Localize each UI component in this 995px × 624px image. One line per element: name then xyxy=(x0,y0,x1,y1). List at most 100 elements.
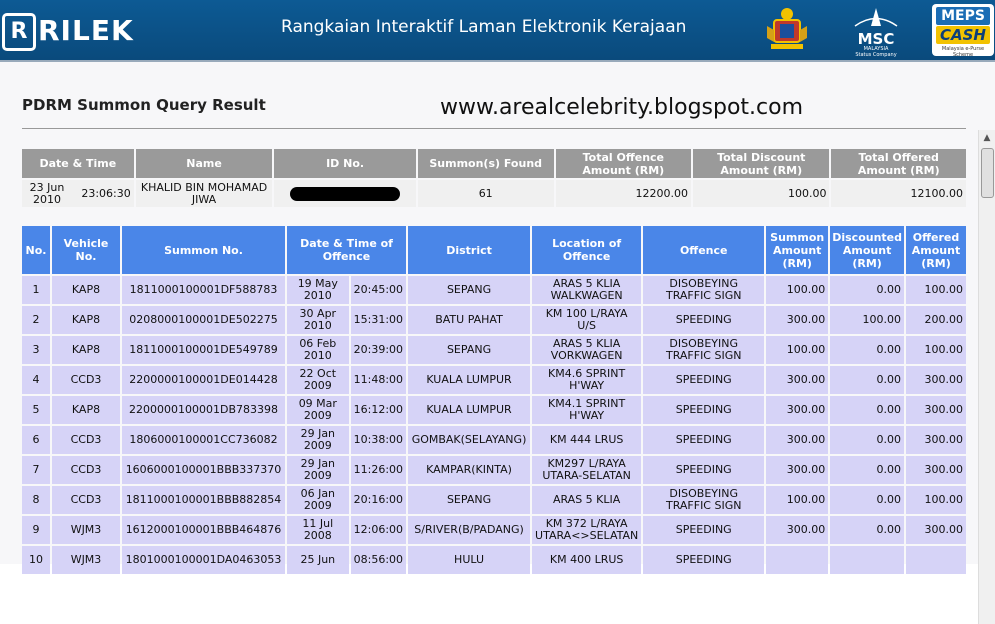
location: ARAS 5 KLIA xyxy=(532,486,642,514)
table-row: 6 CCD3 1806000100001CC736082 29 Jan 2009 10:… xyxy=(22,426,966,454)
offered-amount xyxy=(906,546,966,574)
discounted-amount: 0.00 xyxy=(830,396,904,424)
row-number: 2 xyxy=(22,306,50,334)
rilek-logo-icon[interactable]: R xyxy=(2,13,36,51)
offence: SPEEDING xyxy=(643,426,765,454)
summon-amount: 300.00 xyxy=(766,426,829,454)
offence-date: 29 Jan 2009 xyxy=(287,426,349,454)
offence: SPEEDING xyxy=(643,456,765,484)
offered-amount: 300.00 xyxy=(906,456,966,484)
discounted-amount: 0.00 xyxy=(830,456,904,484)
scroll-thumb[interactable] xyxy=(981,148,994,198)
summary-date: 23 Jun 2010 xyxy=(29,180,65,206)
offence: DISOBEYING TRAFFIC SIGN xyxy=(643,486,765,514)
vehicle-no: WJM3 xyxy=(52,546,120,574)
offence-date: 25 Jun xyxy=(287,546,349,574)
summary-found: 61 xyxy=(417,180,554,207)
summary-header: Total Offence Amount (RM) xyxy=(555,149,692,178)
location: KM 372 L/RAYA UTARA<>SELATAN xyxy=(532,516,642,544)
summon-amount: 100.00 xyxy=(766,486,829,514)
meps-cash-label: CASH xyxy=(936,26,990,44)
offence: SPEEDING xyxy=(643,396,765,424)
district: SEPANG xyxy=(408,336,531,364)
row-number: 8 xyxy=(22,486,50,514)
offence-time: 20:45:00 xyxy=(350,276,407,304)
vehicle-no: WJM3 xyxy=(52,516,120,544)
logo-text[interactable]: RILEK xyxy=(38,14,134,47)
column-header: Location of Offence xyxy=(532,226,642,274)
offence: SPEEDING xyxy=(643,366,765,394)
discounted-amount: 0.00 xyxy=(830,516,904,544)
row-number: 9 xyxy=(22,516,50,544)
offered-amount: 100.00 xyxy=(906,486,966,514)
location: KM4.1 SPRINT H'WAY xyxy=(532,396,642,424)
offered-amount: 100.00 xyxy=(906,336,966,364)
summary-datetime: 23 Jun 2010 23:06:30 xyxy=(22,180,134,207)
discounted-amount: 0.00 xyxy=(830,486,904,514)
row-number: 3 xyxy=(22,336,50,364)
summon-no: 0208000100001DE502275 xyxy=(122,306,285,334)
summary-header: Summon(s) Found xyxy=(417,149,554,178)
summon-amount xyxy=(766,546,829,574)
vehicle-no: KAP8 xyxy=(52,396,120,424)
summon-amount: 300.00 xyxy=(766,516,829,544)
row-number: 10 xyxy=(22,546,50,574)
row-number: 5 xyxy=(22,396,50,424)
column-header: District xyxy=(408,226,531,274)
offence-time: 11:48:00 xyxy=(350,366,407,394)
offence-date: 11 Jul 2008 xyxy=(287,516,349,544)
discounted-amount xyxy=(830,546,904,574)
vehicle-no: CCD3 xyxy=(52,486,120,514)
offence-date: 09 Mar 2009 xyxy=(287,396,349,424)
summon-amount: 300.00 xyxy=(766,456,829,484)
offence-time: 20:16:00 xyxy=(350,486,407,514)
app-header: R RILEK Rangkaian Interaktif Laman Elekt… xyxy=(0,0,995,60)
table-row: 5 KAP8 2200000100001DB783398 09 Mar 2009 16:… xyxy=(22,396,966,424)
summon-no: 2200000100001DE014428 xyxy=(122,366,285,394)
summary-header: Total Offered Amount (RM) xyxy=(831,149,966,178)
summon-no: 1612000100001BBB464876 xyxy=(122,516,285,544)
summon-no: 1606000100001BBB337370 xyxy=(122,456,285,484)
column-header: Offered Amount (RM) xyxy=(906,226,966,274)
district: SEPANG xyxy=(408,486,531,514)
offered-amount: 100.00 xyxy=(906,276,966,304)
location: KM297 L/RAYA UTARA-SELATAN xyxy=(532,456,642,484)
location: KM 444 LRUS xyxy=(532,426,642,454)
summon-no: 1811000100001DF588783 xyxy=(122,276,285,304)
summon-no: 1801000100001DA0463053 xyxy=(122,546,285,574)
vehicle-no: KAP8 xyxy=(52,306,120,334)
offence-time: 12:06:00 xyxy=(350,516,407,544)
offence: DISOBEYING TRAFFIC SIGN xyxy=(643,336,765,364)
row-number: 4 xyxy=(22,366,50,394)
summary-header-row: Date & Time Name ID No. Summon(s) Found … xyxy=(22,149,966,178)
offered-amount: 300.00 xyxy=(906,396,966,424)
discounted-amount: 0.00 xyxy=(830,336,904,364)
meps-sub: Malaysia e-Purse Scheme xyxy=(941,46,985,56)
meps-label: MEPS xyxy=(936,7,990,25)
vehicle-no: CCD3 xyxy=(52,456,120,484)
offence-time: 10:38:00 xyxy=(350,426,407,454)
summary-total-offence: 12200.00 xyxy=(555,180,692,207)
vertical-scrollbar[interactable]: ▲ xyxy=(978,130,995,624)
scroll-up-icon[interactable]: ▲ xyxy=(979,130,995,146)
table-row: 2 KAP8 0208000100001DE502275 30 Apr 2010 15:… xyxy=(22,306,966,334)
offence: SPEEDING xyxy=(643,516,765,544)
summary-header: ID No. xyxy=(274,149,416,178)
page-title: PDRM Summon Query Result xyxy=(22,96,266,114)
district: S/RIVER(B/PADANG) xyxy=(408,516,531,544)
district: KUALA LUMPUR xyxy=(408,396,531,424)
discounted-amount: 0.00 xyxy=(830,366,904,394)
msc-sub2: Status Company xyxy=(855,52,897,58)
discounted-amount: 100.00 xyxy=(830,306,904,334)
location: ARAS 5 KLIA VORKWAGEN xyxy=(532,336,642,364)
redacted-id-mark xyxy=(290,186,401,201)
summon-amount: 300.00 xyxy=(766,396,829,424)
offered-amount: 200.00 xyxy=(906,306,966,334)
vehicle-no: CCD3 xyxy=(52,426,120,454)
offence-time: 20:39:00 xyxy=(350,336,407,364)
summary-time: 23:06:30 xyxy=(81,187,131,200)
column-header: Vehicle No. xyxy=(52,226,120,274)
offence-date: 22 Oct 2009 xyxy=(287,366,349,394)
table-row: 8 CCD3 1811000100001BBB882854 06 Jan 2009 20… xyxy=(22,486,966,514)
discounted-amount: 0.00 xyxy=(830,276,904,304)
